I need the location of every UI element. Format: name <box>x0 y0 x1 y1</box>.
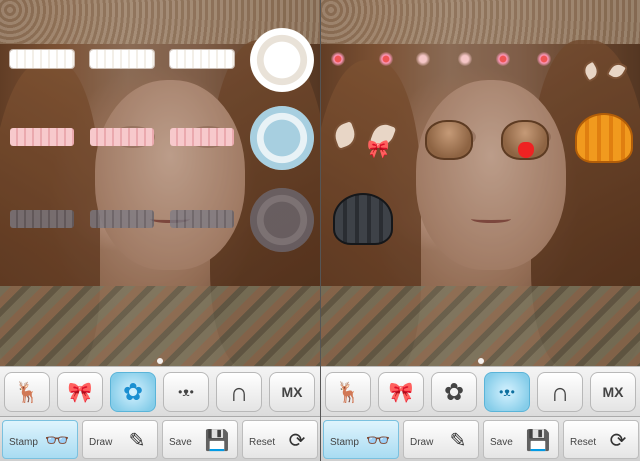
reset-button[interactable]: Reset ⟳ <box>563 420 639 459</box>
reset-label: Reset <box>570 437 597 448</box>
doily-stamp-white[interactable] <box>250 28 314 92</box>
mx-logo-icon: MX <box>602 384 624 400</box>
hair-icon: ∩ <box>550 376 570 407</box>
black-wig-stamp[interactable] <box>333 193 393 245</box>
doily-stamp-blue[interactable] <box>250 106 314 170</box>
blush-stamp-1[interactable] <box>416 52 430 66</box>
draw-mode-label: Draw <box>89 437 113 448</box>
floppy-disk-icon: 💾 <box>204 429 230 452</box>
cat-face-icon: •ᴥ• <box>178 385 194 399</box>
mode-toolbar: Stamp 👓 Draw ✎ Save 💾 Reset ⟳ <box>321 416 640 461</box>
category-deer-button[interactable]: 🦌 <box>325 372 371 412</box>
deer-icon: 🦌 <box>335 381 361 404</box>
lace-stamp-white-3[interactable] <box>170 50 234 68</box>
draw-mode-button[interactable]: Draw ✎ <box>403 420 479 459</box>
reset-arrows-icon: ⟳ <box>288 429 306 452</box>
lace-stamp-pink-3[interactable] <box>170 128 234 146</box>
bow-icon: 🎀 <box>67 381 93 404</box>
stamp-mode-label: Stamp <box>330 437 359 448</box>
category-flower-button[interactable]: ✿ <box>431 372 477 412</box>
lace-stamp-pink-1[interactable] <box>10 128 74 146</box>
mode-toolbar: Stamp 👓 Draw ✎ Save 💾 Reset ⟳ <box>0 416 320 461</box>
category-flower-button[interactable]: ✿ <box>110 372 156 412</box>
doily-stamp-gray[interactable] <box>250 188 314 252</box>
category-mx-button[interactable]: MX <box>590 372 636 412</box>
category-cat-face-button[interactable]: •ᴥ• <box>484 372 530 412</box>
glasses-icon: 👓 <box>365 429 391 452</box>
category-hair-button[interactable]: ∩ <box>537 372 583 412</box>
bow-stamp[interactable]: 🎀 <box>367 140 389 158</box>
deer-icon: 🦌 <box>14 381 40 404</box>
floppy-disk-icon: 💾 <box>525 429 551 452</box>
animal-nose-tongue-stamp[interactable] <box>501 120 549 160</box>
lace-stamp-gray-1[interactable] <box>10 210 74 228</box>
photo-canvas[interactable] <box>0 0 320 366</box>
hair-icon: ∩ <box>229 376 249 407</box>
mx-logo-icon: MX <box>281 384 303 400</box>
right-editor-panel: 🎀 🦌 🎀 ✿ •ᴥ• ∩ MX Stamp 👓 Draw ✎ Save 💾 R… <box>320 0 640 461</box>
pencil-icon: ✎ <box>449 429 467 452</box>
cheek-stamp-1[interactable] <box>331 52 345 66</box>
reset-label: Reset <box>249 437 276 448</box>
reset-arrows-icon: ⟳ <box>609 429 627 452</box>
reset-button[interactable]: Reset ⟳ <box>242 420 318 459</box>
cheek-stamp-2[interactable] <box>379 52 393 66</box>
stamp-category-bar: 🦌 🎀 ✿ •ᴥ• ∩ MX <box>0 366 320 416</box>
pencil-icon: ✎ <box>128 429 146 452</box>
left-editor-panel: 🦌 🎀 ✿ •ᴥ• ∩ MX Stamp 👓 Draw ✎ Save 💾 Res… <box>0 0 320 461</box>
category-cat-face-button[interactable]: •ᴥ• <box>163 372 209 412</box>
glasses-icon: 👓 <box>44 429 70 452</box>
save-button[interactable]: Save 💾 <box>162 420 238 459</box>
draw-mode-label: Draw <box>410 437 434 448</box>
page-indicator-dot <box>157 358 163 364</box>
stamp-category-bar: 🦌 🎀 ✿ •ᴥ• ∩ MX <box>321 366 640 416</box>
save-label: Save <box>169 437 192 448</box>
page-indicator-dot <box>478 358 484 364</box>
category-bow-button[interactable]: 🎀 <box>378 372 424 412</box>
stamp-mode-button[interactable]: Stamp 👓 <box>323 420 399 459</box>
blush-stamp-2[interactable] <box>458 52 472 66</box>
category-deer-button[interactable]: 🦌 <box>4 372 50 412</box>
lace-stamp-white-1[interactable] <box>10 50 74 68</box>
stamp-mode-button[interactable]: Stamp 👓 <box>2 420 78 459</box>
draw-mode-button[interactable]: Draw ✎ <box>82 420 158 459</box>
orange-wig-stamp[interactable] <box>575 113 633 163</box>
stamp-mode-label: Stamp <box>9 437 38 448</box>
flower-icon: ✿ <box>443 378 465 406</box>
category-bow-button[interactable]: 🎀 <box>57 372 103 412</box>
category-hair-button[interactable]: ∩ <box>216 372 262 412</box>
category-mx-button[interactable]: MX <box>269 372 315 412</box>
animal-nose-stamp[interactable] <box>425 120 473 160</box>
lace-stamp-gray-3[interactable] <box>170 210 234 228</box>
bow-icon: 🎀 <box>388 381 414 404</box>
lace-stamp-pink-2[interactable] <box>90 128 154 146</box>
lace-stamp-gray-2[interactable] <box>90 210 154 228</box>
save-label: Save <box>490 437 513 448</box>
cat-face-icon: •ᴥ• <box>499 385 515 399</box>
save-button[interactable]: Save 💾 <box>483 420 559 459</box>
lace-stamp-white-2[interactable] <box>90 50 154 68</box>
cheek-stamp-4[interactable] <box>537 52 551 66</box>
cheek-stamp-3[interactable] <box>496 52 510 66</box>
photo-canvas[interactable]: 🎀 <box>321 0 640 366</box>
flower-icon: ✿ <box>122 378 144 406</box>
